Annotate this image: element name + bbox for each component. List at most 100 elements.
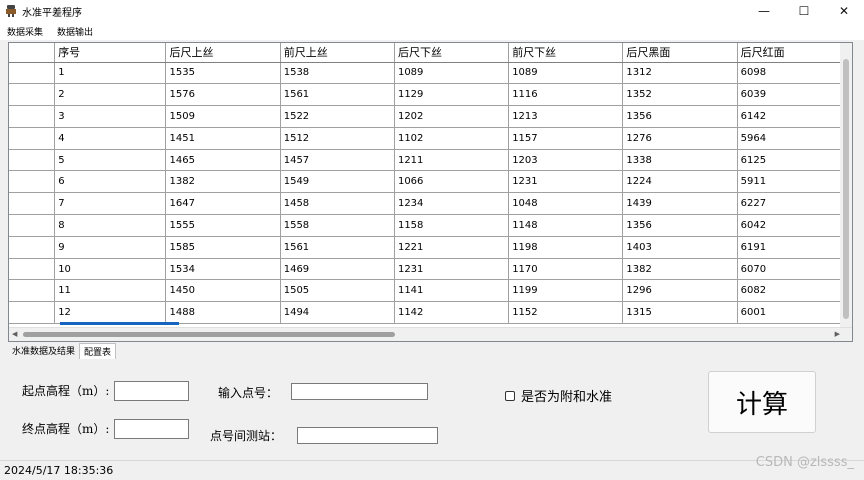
- row-header[interactable]: [9, 301, 56, 325]
- grid-cell[interactable]: 1089: [394, 62, 510, 85]
- grid-cell[interactable]: 1555: [165, 214, 281, 237]
- grid-cell[interactable]: 1213: [508, 105, 624, 128]
- grid-cell[interactable]: 1450: [165, 279, 281, 303]
- grid-cell[interactable]: 1102: [394, 127, 510, 150]
- row-header[interactable]: [9, 83, 56, 107]
- grid-cell[interactable]: 6125: [737, 149, 852, 172]
- table-row[interactable]: 1 1535 1538 1089 1089 1312 6098: [9, 62, 852, 85]
- table-row[interactable]: 2 1576 1561 1129 1116 1352 6039: [9, 83, 852, 107]
- minimize-button[interactable]: —: [744, 0, 784, 22]
- grid-cell[interactable]: 1512: [280, 127, 395, 150]
- grid-cell[interactable]: 1048: [508, 192, 624, 216]
- close-button[interactable]: ✕: [824, 0, 864, 22]
- grid-cell[interactable]: 1066: [394, 170, 510, 194]
- grid-cell[interactable]: 5: [54, 149, 167, 172]
- grid-cell[interactable]: 1451: [165, 127, 281, 150]
- grid-cell[interactable]: 11: [54, 279, 167, 303]
- tab-config[interactable]: 配置表: [79, 343, 117, 359]
- row-header[interactable]: [9, 170, 56, 194]
- grid-cell[interactable]: 6070: [737, 258, 852, 281]
- vertical-scroll-thumb[interactable]: [843, 59, 849, 319]
- table-row[interactable]: 7 1647 1458 1234 1048 1439 6227: [9, 192, 852, 216]
- grid-cell[interactable]: 1522: [280, 105, 395, 128]
- row-header[interactable]: [9, 105, 56, 128]
- row-header[interactable]: [9, 149, 56, 172]
- table-row[interactable]: 6 1382 1549 1066 1231 1224 5911: [9, 170, 852, 194]
- column-header-front-upper[interactable]: 前尺上丝: [280, 43, 395, 63]
- scroll-left-arrow-icon[interactable]: ◀: [12, 330, 17, 338]
- row-header[interactable]: [9, 62, 56, 85]
- grid-cell[interactable]: 1116: [508, 83, 624, 107]
- grid-cell[interactable]: 1296: [622, 279, 738, 303]
- calculate-button[interactable]: 计算: [708, 371, 816, 433]
- grid-cell[interactable]: 1561: [280, 236, 395, 259]
- maximize-button[interactable]: ☐: [784, 0, 824, 22]
- tab-level-data[interactable]: 水准数据及结果: [8, 343, 79, 359]
- grid-cell[interactable]: 1203: [508, 149, 624, 172]
- grid-cell[interactable]: 1142: [394, 301, 510, 325]
- grid-cell[interactable]: 1: [54, 62, 167, 85]
- horizontal-scrollbar[interactable]: ◀ ▶: [9, 327, 852, 341]
- grid-cell[interactable]: 1199: [508, 279, 624, 303]
- point-number-input[interactable]: [291, 383, 428, 400]
- grid-cell[interactable]: 6191: [737, 236, 852, 259]
- grid-cell[interactable]: 1356: [622, 214, 738, 237]
- column-header-front-lower[interactable]: 前尺下丝: [508, 43, 624, 63]
- column-header-back-lower[interactable]: 后尺下丝: [394, 43, 510, 63]
- grid-cell[interactable]: 6082: [737, 279, 852, 303]
- grid-cell[interactable]: 10: [54, 258, 167, 281]
- grid-cell[interactable]: 1356: [622, 105, 738, 128]
- column-header-back-red[interactable]: 后尺红面: [737, 43, 852, 63]
- grid-cell[interactable]: 1152: [508, 301, 624, 325]
- grid-cell[interactable]: 1561: [280, 83, 395, 107]
- grid-cell[interactable]: 9: [54, 236, 167, 259]
- grid-cell[interactable]: 7: [54, 192, 167, 216]
- grid-cell[interactable]: 1198: [508, 236, 624, 259]
- menu-data-output[interactable]: 数据输出: [50, 25, 100, 38]
- checkbox-box[interactable]: [505, 390, 515, 401]
- attached-level-checkbox[interactable]: 是否为附和水准: [505, 386, 612, 405]
- table-row[interactable]: 12 1488 1494 1142 1152 1315 6001: [9, 301, 852, 325]
- grid-cell[interactable]: 1211: [394, 149, 510, 172]
- grid-cell[interactable]: 4: [54, 127, 167, 150]
- grid-cell[interactable]: 1534: [165, 258, 281, 281]
- column-header-back-upper[interactable]: 后尺上丝: [165, 43, 281, 63]
- grid-cell[interactable]: 1505: [280, 279, 395, 303]
- grid-cell[interactable]: 8: [54, 214, 167, 237]
- row-header[interactable]: [9, 258, 56, 281]
- end-elevation-input[interactable]: [114, 419, 189, 439]
- horizontal-scroll-thumb[interactable]: [23, 332, 395, 337]
- grid-cell[interactable]: 1535: [165, 62, 281, 85]
- table-row[interactable]: 10 1534 1469 1231 1170 1382 6070: [9, 258, 852, 281]
- grid-cell[interactable]: 5964: [737, 127, 852, 150]
- grid-cell[interactable]: 1231: [394, 258, 510, 281]
- grid-cell[interactable]: 6: [54, 170, 167, 194]
- grid-cell[interactable]: 6039: [737, 83, 852, 107]
- grid-cell[interactable]: 1494: [280, 301, 395, 325]
- grid-cell[interactable]: 1549: [280, 170, 395, 194]
- grid-cell[interactable]: 1469: [280, 258, 395, 281]
- data-grid[interactable]: 序号 后尺上丝 前尺上丝 后尺下丝 前尺下丝 后尺黑面 后尺红面 1 1535 15…: [8, 42, 853, 342]
- grid-cell[interactable]: 1538: [280, 62, 395, 85]
- row-header[interactable]: [9, 214, 56, 237]
- grid-cell[interactable]: 1089: [508, 62, 624, 85]
- row-header[interactable]: [9, 279, 56, 303]
- table-row[interactable]: 9 1585 1561 1221 1198 1403 6191: [9, 236, 852, 259]
- scroll-right-arrow-icon[interactable]: ▶: [835, 330, 840, 338]
- grid-cell[interactable]: 1647: [165, 192, 281, 216]
- grid-cell[interactable]: 1458: [280, 192, 395, 216]
- grid-cell[interactable]: 1129: [394, 83, 510, 107]
- column-header-seq[interactable]: 序号: [54, 43, 167, 63]
- grid-cell[interactable]: 1382: [622, 258, 738, 281]
- grid-cell[interactable]: 2: [54, 83, 167, 107]
- row-header[interactable]: [9, 127, 56, 150]
- grid-cell[interactable]: 6042: [737, 214, 852, 237]
- start-elevation-input[interactable]: [114, 381, 189, 401]
- row-header-corner[interactable]: [9, 43, 56, 63]
- vertical-scrollbar[interactable]: [840, 43, 852, 329]
- grid-cell[interactable]: 1224: [622, 170, 738, 194]
- grid-cell[interactable]: 6001: [737, 301, 852, 325]
- grid-cell[interactable]: 1231: [508, 170, 624, 194]
- grid-cell[interactable]: 1141: [394, 279, 510, 303]
- grid-cell[interactable]: 1457: [280, 149, 395, 172]
